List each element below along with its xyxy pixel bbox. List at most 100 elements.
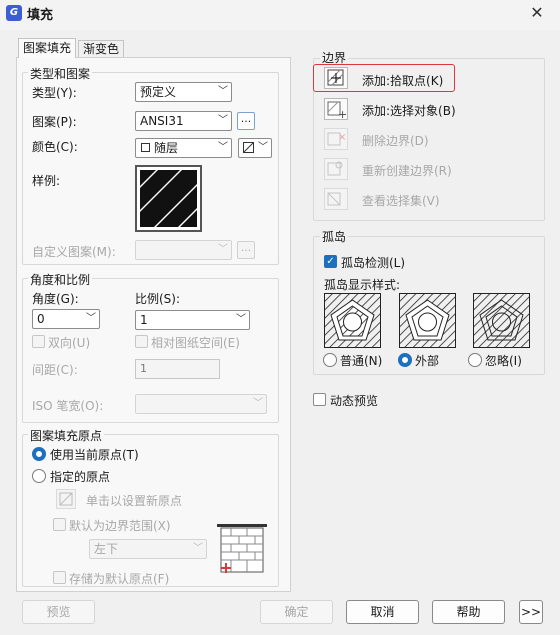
dynamic-preview-label: 动态预览 xyxy=(330,394,379,408)
specified-origin-label: 指定的原点 xyxy=(50,470,111,484)
set-origin-button[interactable] xyxy=(56,489,76,509)
island-detect-checkbox[interactable]: ✓ xyxy=(324,255,337,268)
origin-position-value: 左下 xyxy=(94,542,119,556)
island-detect-label: 孤岛检测(L) xyxy=(341,256,406,270)
double-checkbox[interactable] xyxy=(32,335,45,348)
custom-pattern-select[interactable]: ﹀ xyxy=(135,240,232,260)
scale-label: 比例(S): xyxy=(135,292,181,306)
default-extent-label: 默认为边界范围(X) xyxy=(69,519,171,533)
remove-boundary-label: 删除边界(D) xyxy=(362,134,429,148)
recreate-boundary-icon xyxy=(327,161,343,176)
island-outer-preview[interactable] xyxy=(399,293,456,348)
island-ignore-icon xyxy=(473,293,530,348)
island-normal-label: 普通(N) xyxy=(340,354,383,368)
chevron-down-icon: ﹀ xyxy=(218,244,228,255)
angle-scale-title: 角度和比例 xyxy=(28,271,93,288)
double-label: 双向(U) xyxy=(48,336,91,350)
dynamic-preview-checkbox[interactable] xyxy=(313,393,326,406)
remove-boundary-button[interactable]: × xyxy=(324,128,348,150)
scale-select[interactable]: 1 ﹀ xyxy=(135,310,250,330)
island-ignore-preview[interactable] xyxy=(473,293,530,348)
set-origin-label: 单击以设置新原点 xyxy=(86,494,183,508)
preview-button[interactable]: 预览 xyxy=(22,600,95,624)
origin-preview-icon xyxy=(217,524,267,576)
pattern-browse-button[interactable]: ... xyxy=(237,112,255,130)
pattern-value: ANSI31 xyxy=(140,114,184,128)
pattern-label: 图案(P): xyxy=(32,115,77,129)
view-selection-label: 查看选择集(V) xyxy=(362,194,440,208)
island-outer-label: 外部 xyxy=(415,354,440,368)
spacing-field[interactable]: 1 xyxy=(135,359,220,379)
color-swatch-icon xyxy=(141,143,150,152)
title-bar xyxy=(0,0,560,30)
island-normal-preview[interactable] xyxy=(324,293,381,348)
island-normal-radio[interactable] xyxy=(323,353,337,367)
view-selection-button[interactable] xyxy=(324,188,348,210)
use-current-origin-radio[interactable] xyxy=(32,447,46,461)
chevron-down-icon: ﹀ xyxy=(86,313,96,324)
island-outer-radio[interactable] xyxy=(398,353,412,367)
view-selection-icon xyxy=(327,192,341,206)
close-button[interactable]: ✕ xyxy=(526,3,548,23)
paper-space-checkbox[interactable] xyxy=(135,335,148,348)
help-button[interactable]: 帮助 xyxy=(432,600,505,624)
iso-pen-width-select[interactable]: ﹀ xyxy=(135,394,267,414)
color-select[interactable]: 随层 ﹀ xyxy=(135,138,232,158)
color-label: 颜色(C): xyxy=(32,140,78,154)
chevron-down-icon: ﹀ xyxy=(236,314,246,325)
specified-origin-radio[interactable] xyxy=(32,469,46,483)
custom-browse-button[interactable]: ... xyxy=(237,241,255,259)
spacing-label: 间距(C): xyxy=(32,363,78,377)
chevron-down-icon: ﹀ xyxy=(253,398,263,409)
pick-point-icon xyxy=(327,69,344,86)
ansi31-pattern-preview xyxy=(134,164,203,233)
angle-select[interactable]: 0 ﹀ xyxy=(32,309,100,329)
set-origin-icon xyxy=(59,492,73,506)
origin-position-select[interactable]: 左下 ﹀ xyxy=(89,539,207,559)
select-objects-label[interactable]: 添加:选择对象(B) xyxy=(362,102,456,119)
tab-gradient[interactable]: 渐变色 xyxy=(78,40,125,58)
more-options-button[interactable]: >> xyxy=(519,600,543,624)
island-normal-icon xyxy=(324,293,381,348)
transparent-color-icon xyxy=(243,142,254,153)
type-value: 预定义 xyxy=(140,85,177,99)
type-select[interactable]: 预定义 ﹀ xyxy=(135,82,232,102)
iso-pen-width-label: ISO 笔宽(O): xyxy=(32,399,104,413)
chevron-down-icon: ﹀ xyxy=(218,86,228,97)
pattern-swatch[interactable] xyxy=(134,164,203,233)
island-outer-icon xyxy=(399,293,456,348)
recreate-boundary-label: 重新创建边界(R) xyxy=(362,164,452,178)
type-pattern-title: 类型和图案 xyxy=(28,65,93,82)
island-ignore-label: 忽略(I) xyxy=(485,354,522,368)
select-objects-button[interactable]: + xyxy=(324,98,348,121)
pattern-select[interactable]: ANSI31 ﹀ xyxy=(135,111,232,131)
select-objects-icon: + xyxy=(327,101,347,121)
chevron-down-icon: ﹀ xyxy=(258,142,268,153)
default-extent-checkbox[interactable] xyxy=(53,518,66,531)
svg-text:×: × xyxy=(338,132,346,143)
app-logo-icon: G xyxy=(6,5,22,21)
swatch-label: 样例: xyxy=(32,174,61,188)
angle-value: 0 xyxy=(37,312,45,326)
custom-pattern-label: 自定义图案(M): xyxy=(32,245,116,259)
color-value: 随层 xyxy=(154,141,179,155)
svg-text:+: + xyxy=(338,108,347,119)
pick-point-label[interactable]: 添加:拾取点(K) xyxy=(362,72,443,89)
cancel-button[interactable]: 取消 xyxy=(346,600,419,624)
island-ignore-radio[interactable] xyxy=(468,353,482,367)
window-title: 填充 xyxy=(27,8,54,23)
recreate-boundary-button[interactable] xyxy=(324,158,348,180)
chevron-down-icon: ﹀ xyxy=(218,115,228,126)
islands-title: 孤岛 xyxy=(320,228,349,245)
hatch-origin-title: 图案填充原点 xyxy=(28,427,105,444)
tab-hatch[interactable]: 图案填充 xyxy=(18,38,77,58)
paper-space-label: 相对图纸空间(E) xyxy=(151,336,240,350)
store-default-checkbox[interactable] xyxy=(53,571,66,584)
ok-button[interactable]: 确定 xyxy=(260,600,333,624)
type-label: 类型(Y): xyxy=(32,86,77,100)
pick-point-button[interactable] xyxy=(324,67,348,89)
background-color-select[interactable]: ﹀ xyxy=(238,138,272,158)
remove-boundary-icon: × xyxy=(327,132,346,146)
use-current-origin-label: 使用当前原点(T) xyxy=(50,448,139,462)
chevron-down-icon: ﹀ xyxy=(193,543,203,554)
